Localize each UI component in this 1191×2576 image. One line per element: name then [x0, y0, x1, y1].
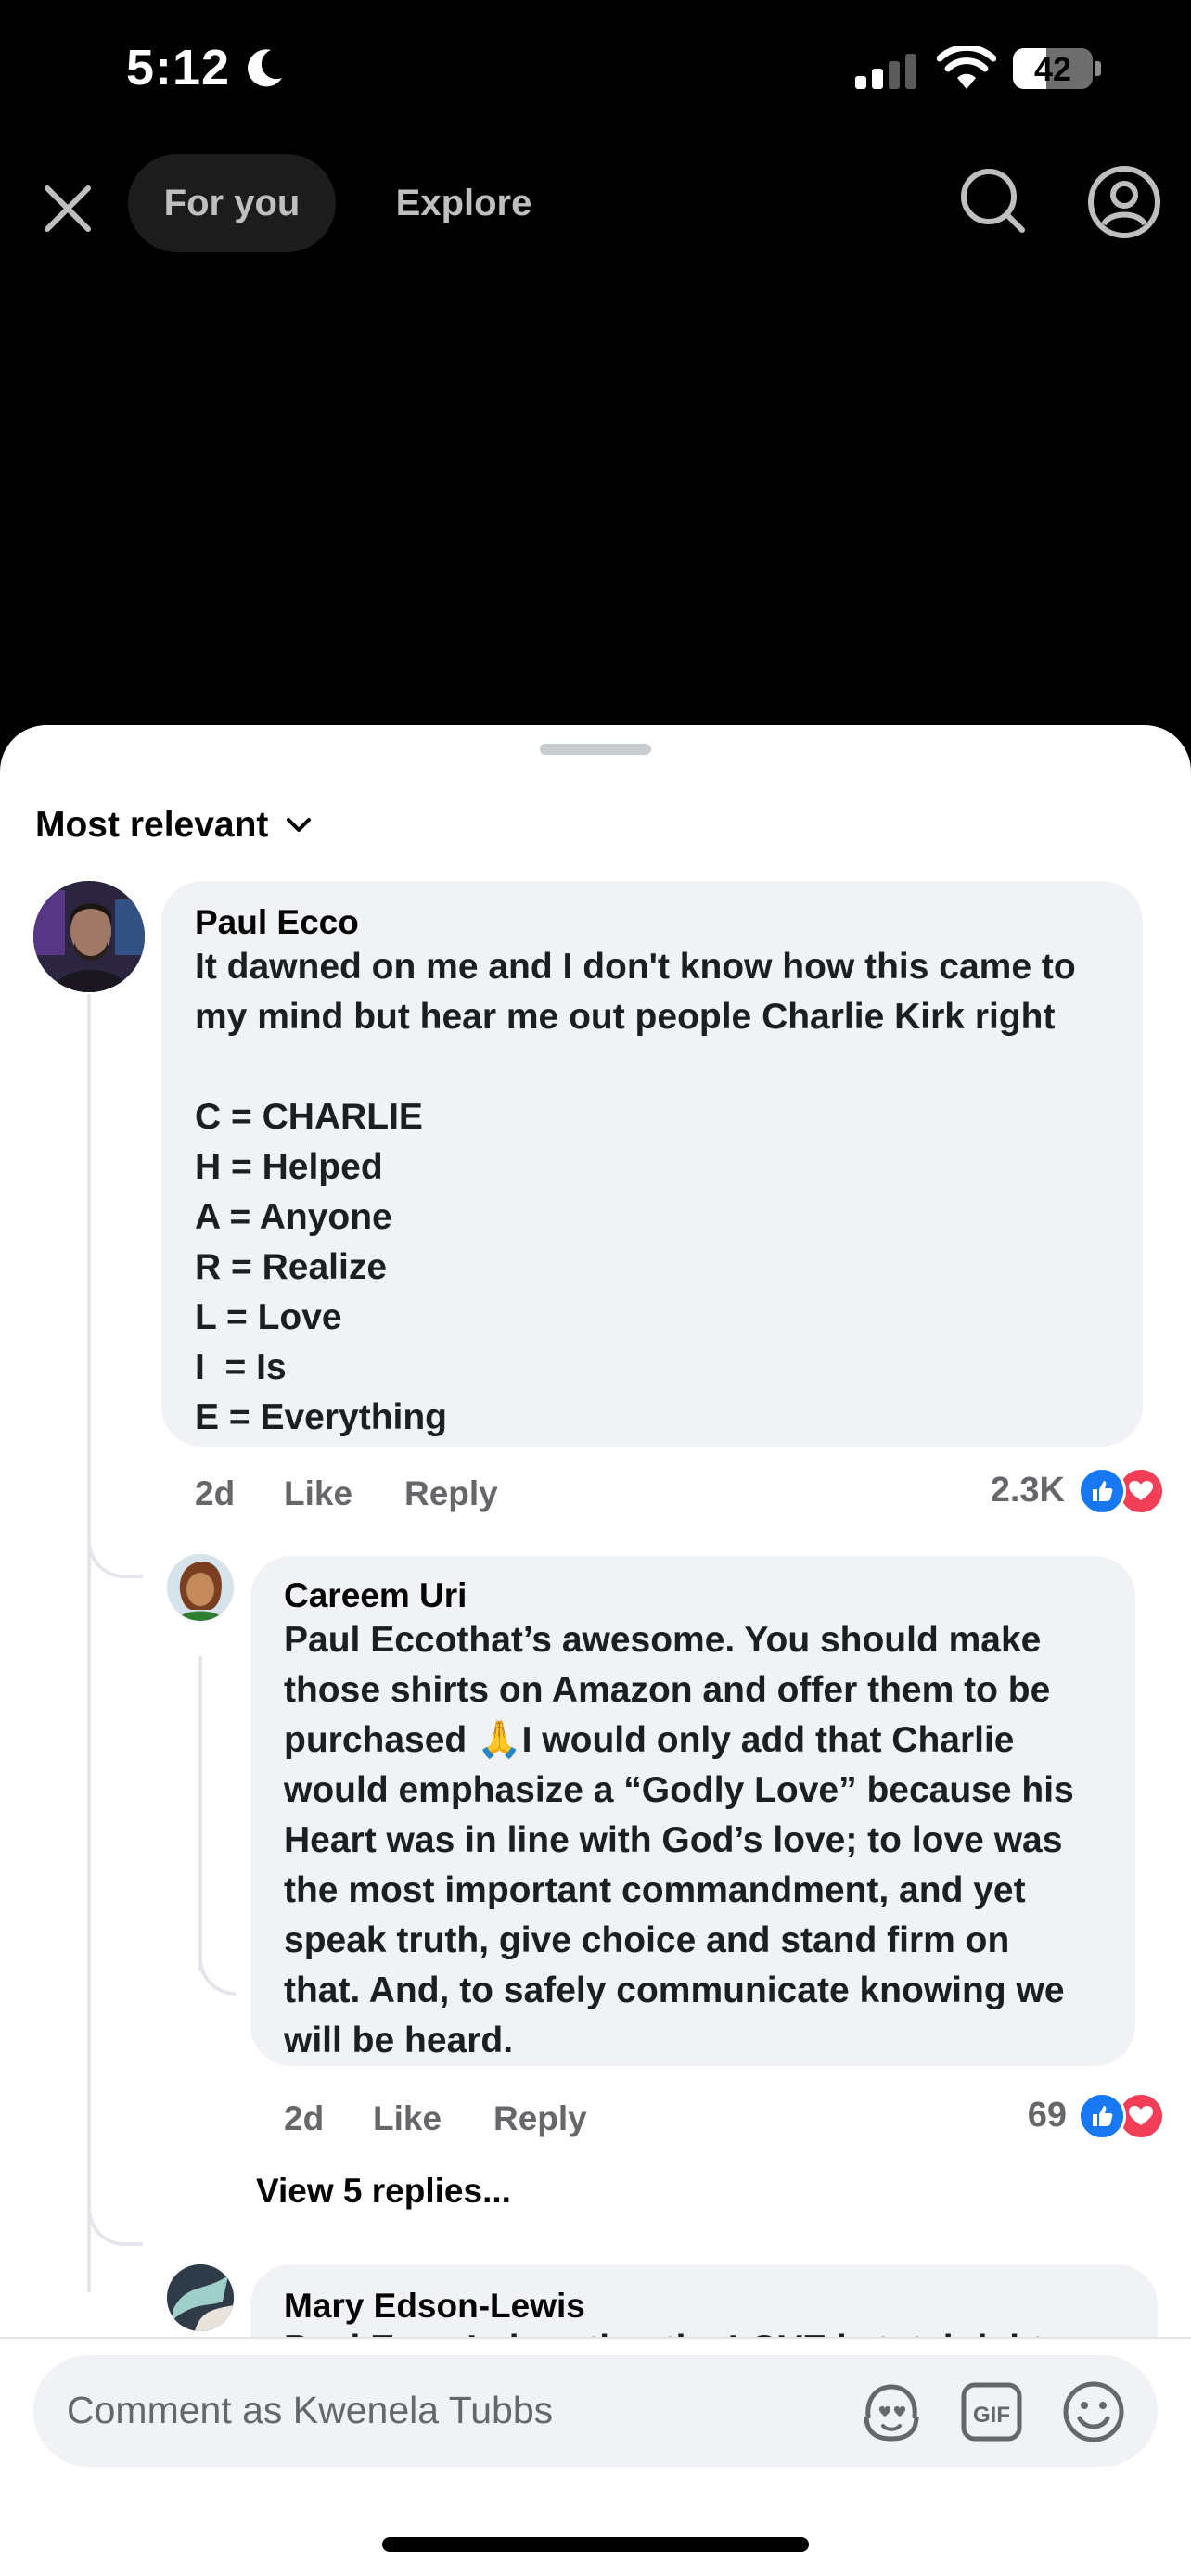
user-photo-icon: [167, 1554, 234, 1621]
reply-button[interactable]: Reply: [404, 1474, 498, 1513]
battery-indicator: 42: [1013, 48, 1102, 89]
chevron-down-icon: [287, 818, 312, 832]
reaction-icons[interactable]: [1078, 1467, 1167, 1515]
comment-author[interactable]: Careem Uri: [284, 1576, 467, 1615]
avatar-sticker-icon[interactable]: [859, 2379, 924, 2444]
gif-icon[interactable]: GIF: [959, 2379, 1024, 2444]
reaction-count[interactable]: 2.3K: [928, 1471, 1065, 1511]
thread-connector: [87, 1523, 143, 1578]
pray-emoji: 🙏: [477, 1720, 522, 1760]
comment-text: Paul Eccothat’s awesome. You should make…: [284, 1615, 1128, 2066]
close-button[interactable]: [35, 176, 100, 241]
tab-for-you[interactable]: For you: [128, 154, 336, 252]
status-bar: 5:12 42: [0, 0, 1191, 139]
comment-author[interactable]: Paul Ecco: [195, 903, 359, 942]
like-button[interactable]: Like: [373, 2099, 442, 2138]
like-button[interactable]: Like: [284, 1474, 352, 1513]
home-indicator[interactable]: [382, 2537, 809, 2552]
comment-author[interactable]: Mary Edson-Lewis: [284, 2287, 585, 2326]
thread-connector: [87, 2190, 143, 2246]
avatar[interactable]: [33, 881, 145, 992]
like-reaction-icon: [1078, 1467, 1126, 1515]
comments-list[interactable]: Most relevant Paul Ecco It dawned on me …: [0, 725, 1191, 2337]
thread-line: [87, 994, 91, 2292]
comment-text: Paul Ecco Laborating the LOVE is total r…: [284, 2324, 1128, 2337]
comment-text: It dawned on me and I don't know how thi…: [195, 947, 1076, 1437]
thread-connector: [198, 1912, 236, 1996]
tab-explore[interactable]: Explore: [362, 154, 566, 252]
sort-dropdown[interactable]: Most relevant: [35, 797, 313, 853]
status-time: 5:12: [126, 40, 231, 96]
reaction-count[interactable]: 69: [928, 2096, 1067, 2136]
sort-label: Most relevant: [35, 805, 269, 845]
comment-input[interactable]: Comment as Kwenela Tubbs GIF: [33, 2355, 1158, 2467]
comment-text-part: I would only add that Charlie would emph…: [284, 1720, 1074, 2060]
user-photo-icon: [33, 881, 145, 992]
reply-button[interactable]: Reply: [493, 2099, 587, 2138]
moon-icon: [248, 49, 282, 87]
emoji-icon[interactable]: [1061, 2379, 1126, 2444]
wifi-icon: [937, 46, 996, 89]
profile-icon[interactable]: [1085, 163, 1163, 241]
view-replies-link[interactable]: View 5 replies...: [256, 2172, 511, 2211]
avatar[interactable]: [167, 1554, 234, 1621]
comments-sheet: Most relevant Paul Ecco It dawned on me …: [0, 725, 1191, 2576]
reaction-icons[interactable]: [1078, 2092, 1167, 2140]
like-reaction-icon: [1078, 2092, 1126, 2140]
avatar[interactable]: [167, 2264, 234, 2331]
close-icon: [45, 185, 91, 232]
svg-text:GIF: GIF: [973, 2403, 1010, 2428]
user-photo-icon: [167, 2264, 234, 2331]
search-icon[interactable]: [955, 163, 1030, 237]
comment-age: 2d: [284, 2099, 325, 2137]
comment-age: 2d: [195, 1474, 236, 1512]
top-nav: For you Explore: [0, 148, 1191, 260]
comment-input-placeholder: Comment as Kwenela Tubbs: [67, 2389, 554, 2431]
battery-percent: 42: [1033, 50, 1072, 88]
cellular-signal-icon: [855, 54, 916, 89]
